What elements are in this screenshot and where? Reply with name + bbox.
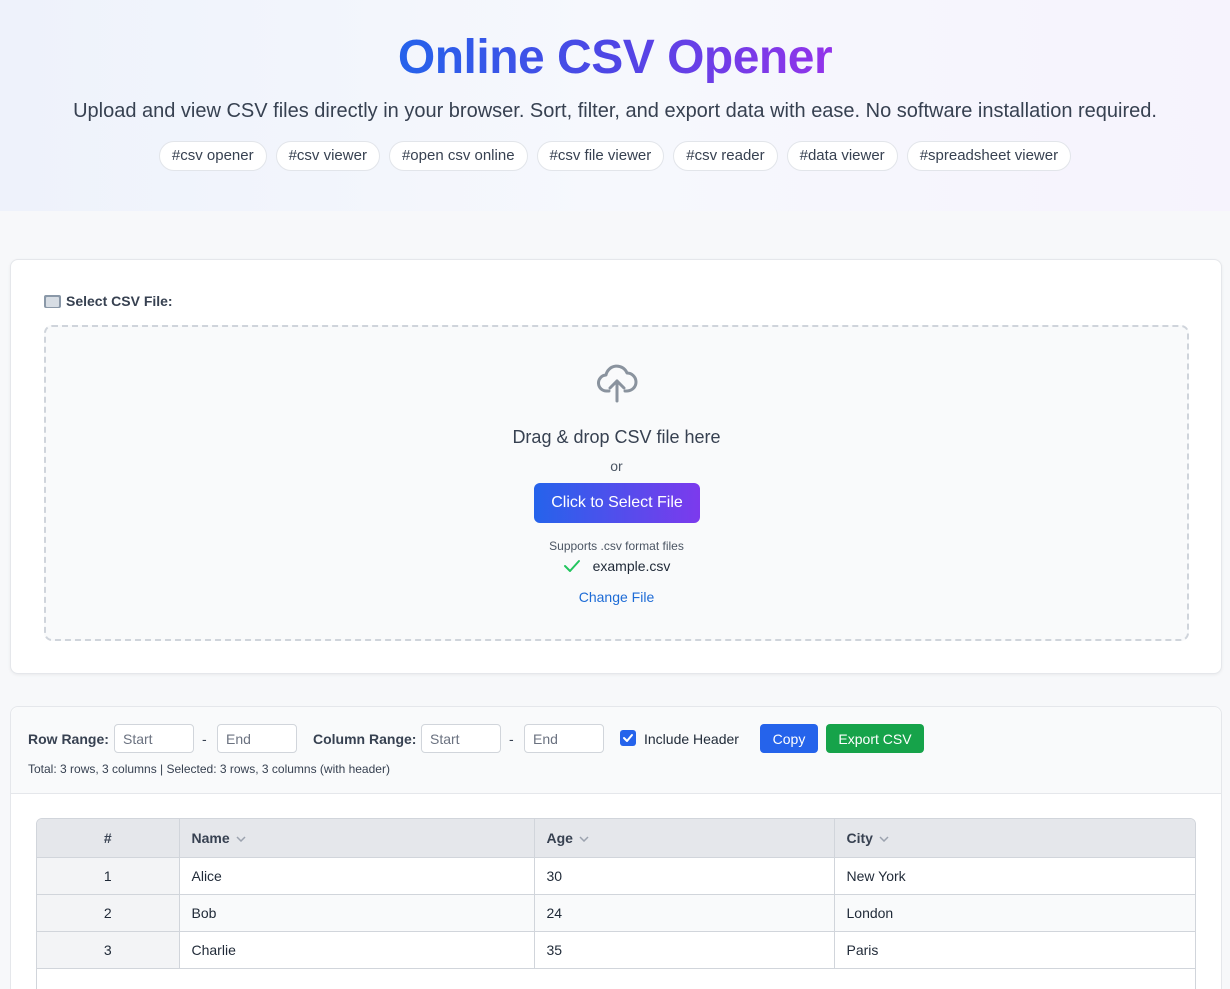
hero-section: Online CSV Opener Upload and view CSV fi… bbox=[0, 0, 1230, 211]
page-subtitle: Upload and view CSV files directly in yo… bbox=[73, 100, 1157, 122]
upload-label: Select CSV File: bbox=[44, 293, 173, 309]
select-file-button[interactable]: Click to Select File bbox=[534, 483, 700, 523]
column-start-input[interactable] bbox=[421, 724, 501, 753]
dropzone-title: Drag & drop CSV file here bbox=[512, 427, 721, 447]
data-panel: Row Range: - Column Range: - Include Hea… bbox=[10, 706, 1222, 989]
column-header-city[interactable]: City bbox=[834, 819, 1195, 858]
tag-csv-reader[interactable]: #csv reader bbox=[673, 141, 778, 171]
row-start-input[interactable] bbox=[114, 724, 194, 753]
check-icon bbox=[563, 560, 580, 572]
row-index-cell: 3 bbox=[37, 931, 180, 969]
table-header-row: # Name Age City bbox=[37, 819, 1195, 858]
tag-list: #csv opener #csv viewer #open csv online… bbox=[0, 141, 1230, 171]
row-index-cell: 2 bbox=[37, 894, 180, 932]
data-table: # Name Age City 1 Alice 30 New York 2 Bo… bbox=[37, 819, 1195, 969]
column-header-label: Age bbox=[546, 829, 573, 846]
export-csv-button[interactable]: Export CSV bbox=[826, 724, 924, 753]
table-cell[interactable]: 24 bbox=[534, 894, 835, 932]
column-header-name[interactable]: Name bbox=[179, 819, 535, 858]
column-header-age[interactable]: Age bbox=[534, 819, 835, 858]
table-cell[interactable]: Charlie bbox=[179, 931, 535, 969]
file-dropzone[interactable]: Drag & drop CSV file here or Click to Se… bbox=[44, 325, 1189, 641]
selected-file-name: example.csv bbox=[592, 558, 671, 574]
chevron-down-icon bbox=[879, 836, 889, 842]
tag-spreadsheet-viewer[interactable]: #spreadsheet viewer bbox=[906, 141, 1072, 171]
include-header-checkbox[interactable] bbox=[620, 730, 636, 746]
table-cell[interactable]: London bbox=[834, 894, 1195, 932]
table-toolbar: Row Range: - Column Range: - Include Hea… bbox=[11, 707, 1221, 794]
include-header-label[interactable]: Include Header bbox=[644, 731, 739, 747]
column-range-label: Column Range: bbox=[313, 731, 417, 747]
column-end-input[interactable] bbox=[524, 724, 604, 753]
column-header-label: City bbox=[846, 829, 873, 846]
row-range-dash: - bbox=[202, 731, 207, 747]
upload-card: Select CSV File: Drag & drop CSV file he… bbox=[10, 259, 1222, 674]
table-row: 1 Alice 30 New York bbox=[37, 857, 1195, 895]
selected-file: example.csv bbox=[46, 558, 1187, 574]
checkmark-icon bbox=[623, 734, 633, 742]
column-header-label: Name bbox=[191, 829, 230, 846]
folder-icon bbox=[44, 294, 61, 308]
upload-label-text: Select CSV File: bbox=[66, 293, 173, 309]
tag-data-viewer[interactable]: #data viewer bbox=[786, 141, 898, 171]
table-cell[interactable]: Bob bbox=[179, 894, 535, 932]
table-row: 2 Bob 24 London bbox=[37, 894, 1195, 932]
selection-summary: Total: 3 rows, 3 columns | Selected: 3 r… bbox=[28, 762, 390, 776]
chevron-down-icon bbox=[579, 836, 589, 842]
table-cell[interactable]: New York bbox=[834, 857, 1195, 895]
row-index-cell: 1 bbox=[37, 857, 180, 895]
chevron-down-icon bbox=[236, 836, 246, 842]
supported-formats-text: Supports .csv format files bbox=[549, 539, 684, 553]
page-title: Online CSV Opener bbox=[397, 31, 833, 84]
table-cell[interactable]: Alice bbox=[179, 857, 535, 895]
table-row: 3 Charlie 35 Paris bbox=[37, 931, 1195, 969]
table-cell[interactable]: 30 bbox=[534, 857, 835, 895]
dropzone-or: or bbox=[610, 458, 623, 474]
tag-csv-opener[interactable]: #csv opener bbox=[158, 141, 267, 171]
row-range-label: Row Range: bbox=[28, 731, 109, 747]
data-table-container: # Name Age City 1 Alice 30 New York 2 Bo… bbox=[36, 818, 1196, 989]
table-cell[interactable]: 35 bbox=[534, 931, 835, 969]
tag-csv-viewer[interactable]: #csv viewer bbox=[275, 141, 380, 171]
row-end-input[interactable] bbox=[217, 724, 297, 753]
index-column-header: # bbox=[37, 819, 180, 858]
column-range-dash: - bbox=[509, 731, 514, 747]
cloud-upload-icon bbox=[597, 364, 638, 403]
change-file-link[interactable]: Change File bbox=[46, 589, 1187, 605]
tag-csv-file-viewer[interactable]: #csv file viewer bbox=[536, 141, 665, 171]
tag-open-csv-online[interactable]: #open csv online bbox=[388, 141, 528, 171]
copy-button[interactable]: Copy bbox=[760, 724, 818, 753]
table-cell[interactable]: Paris bbox=[834, 931, 1195, 969]
